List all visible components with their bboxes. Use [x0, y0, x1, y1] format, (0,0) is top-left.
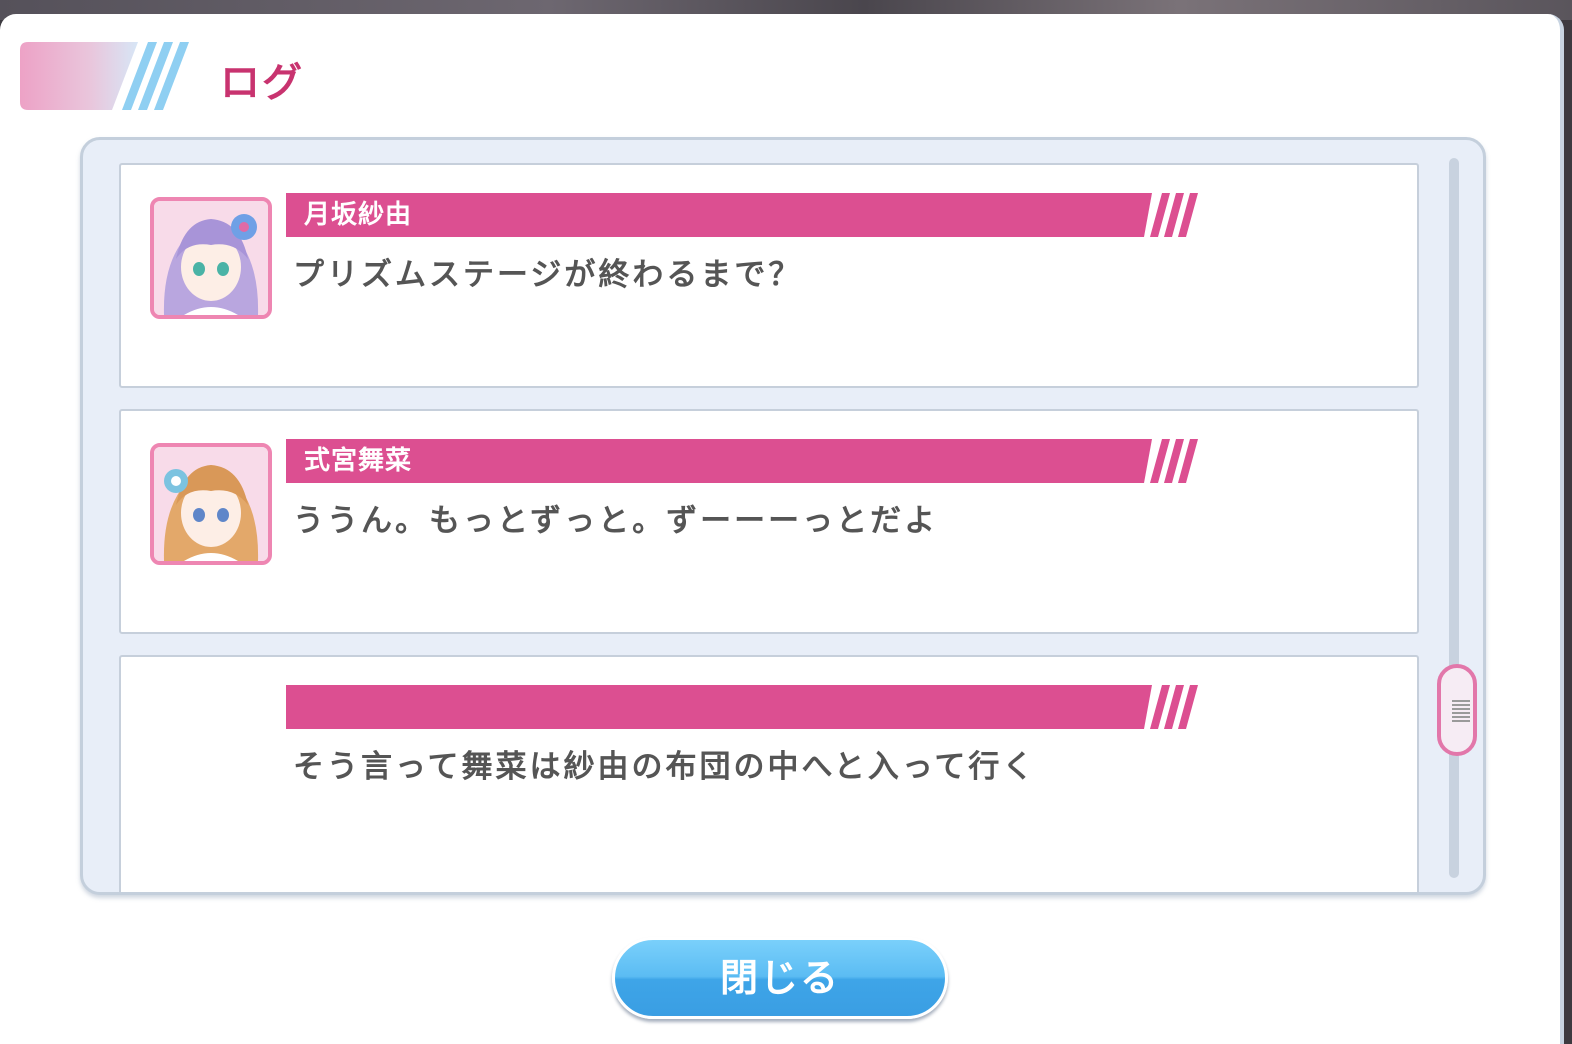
character-avatar [150, 443, 272, 565]
speaker-name-bar: 月坂紗由 [286, 193, 1206, 237]
speaker-name: 月坂紗由 [304, 200, 413, 230]
dialogue-text: プリズムステージが終わるまで？ [293, 257, 803, 293]
log-entry: そう言って舞菜は紗由の布団の中へと入って行く [119, 655, 1419, 892]
log-entry: 式宮舞菜 ううん。もっとずっと。ずーーーっとだよ [119, 409, 1419, 634]
dialogue-text: そう言って舞菜は紗由の布団の中へと入って行く [293, 749, 1037, 785]
character-avatar [150, 197, 272, 319]
scrollbar-thumb[interactable] [1437, 664, 1477, 756]
page-title: ログ [220, 60, 304, 106]
speaker-name-bar: 式宮舞菜 [286, 439, 1206, 483]
speaker-name: 式宮舞菜 [304, 446, 413, 476]
speaker-name-bar [286, 685, 1206, 729]
scrollbar-track[interactable] [1449, 158, 1459, 878]
grip-icon [1452, 700, 1470, 722]
close-button[interactable]: 閉じる [612, 937, 948, 1019]
log-panel[interactable]: 月坂紗由 プリズムステージが終わるまで？ 式宮舞菜 ううん。もっとずっと。ずーー… [80, 137, 1486, 895]
dialogue-text: ううん。もっとずっと。ずーーーっとだよ [293, 503, 939, 539]
header-decoration [20, 42, 190, 110]
log-entry: 月坂紗由 プリズムステージが終わるまで？ [119, 163, 1419, 388]
